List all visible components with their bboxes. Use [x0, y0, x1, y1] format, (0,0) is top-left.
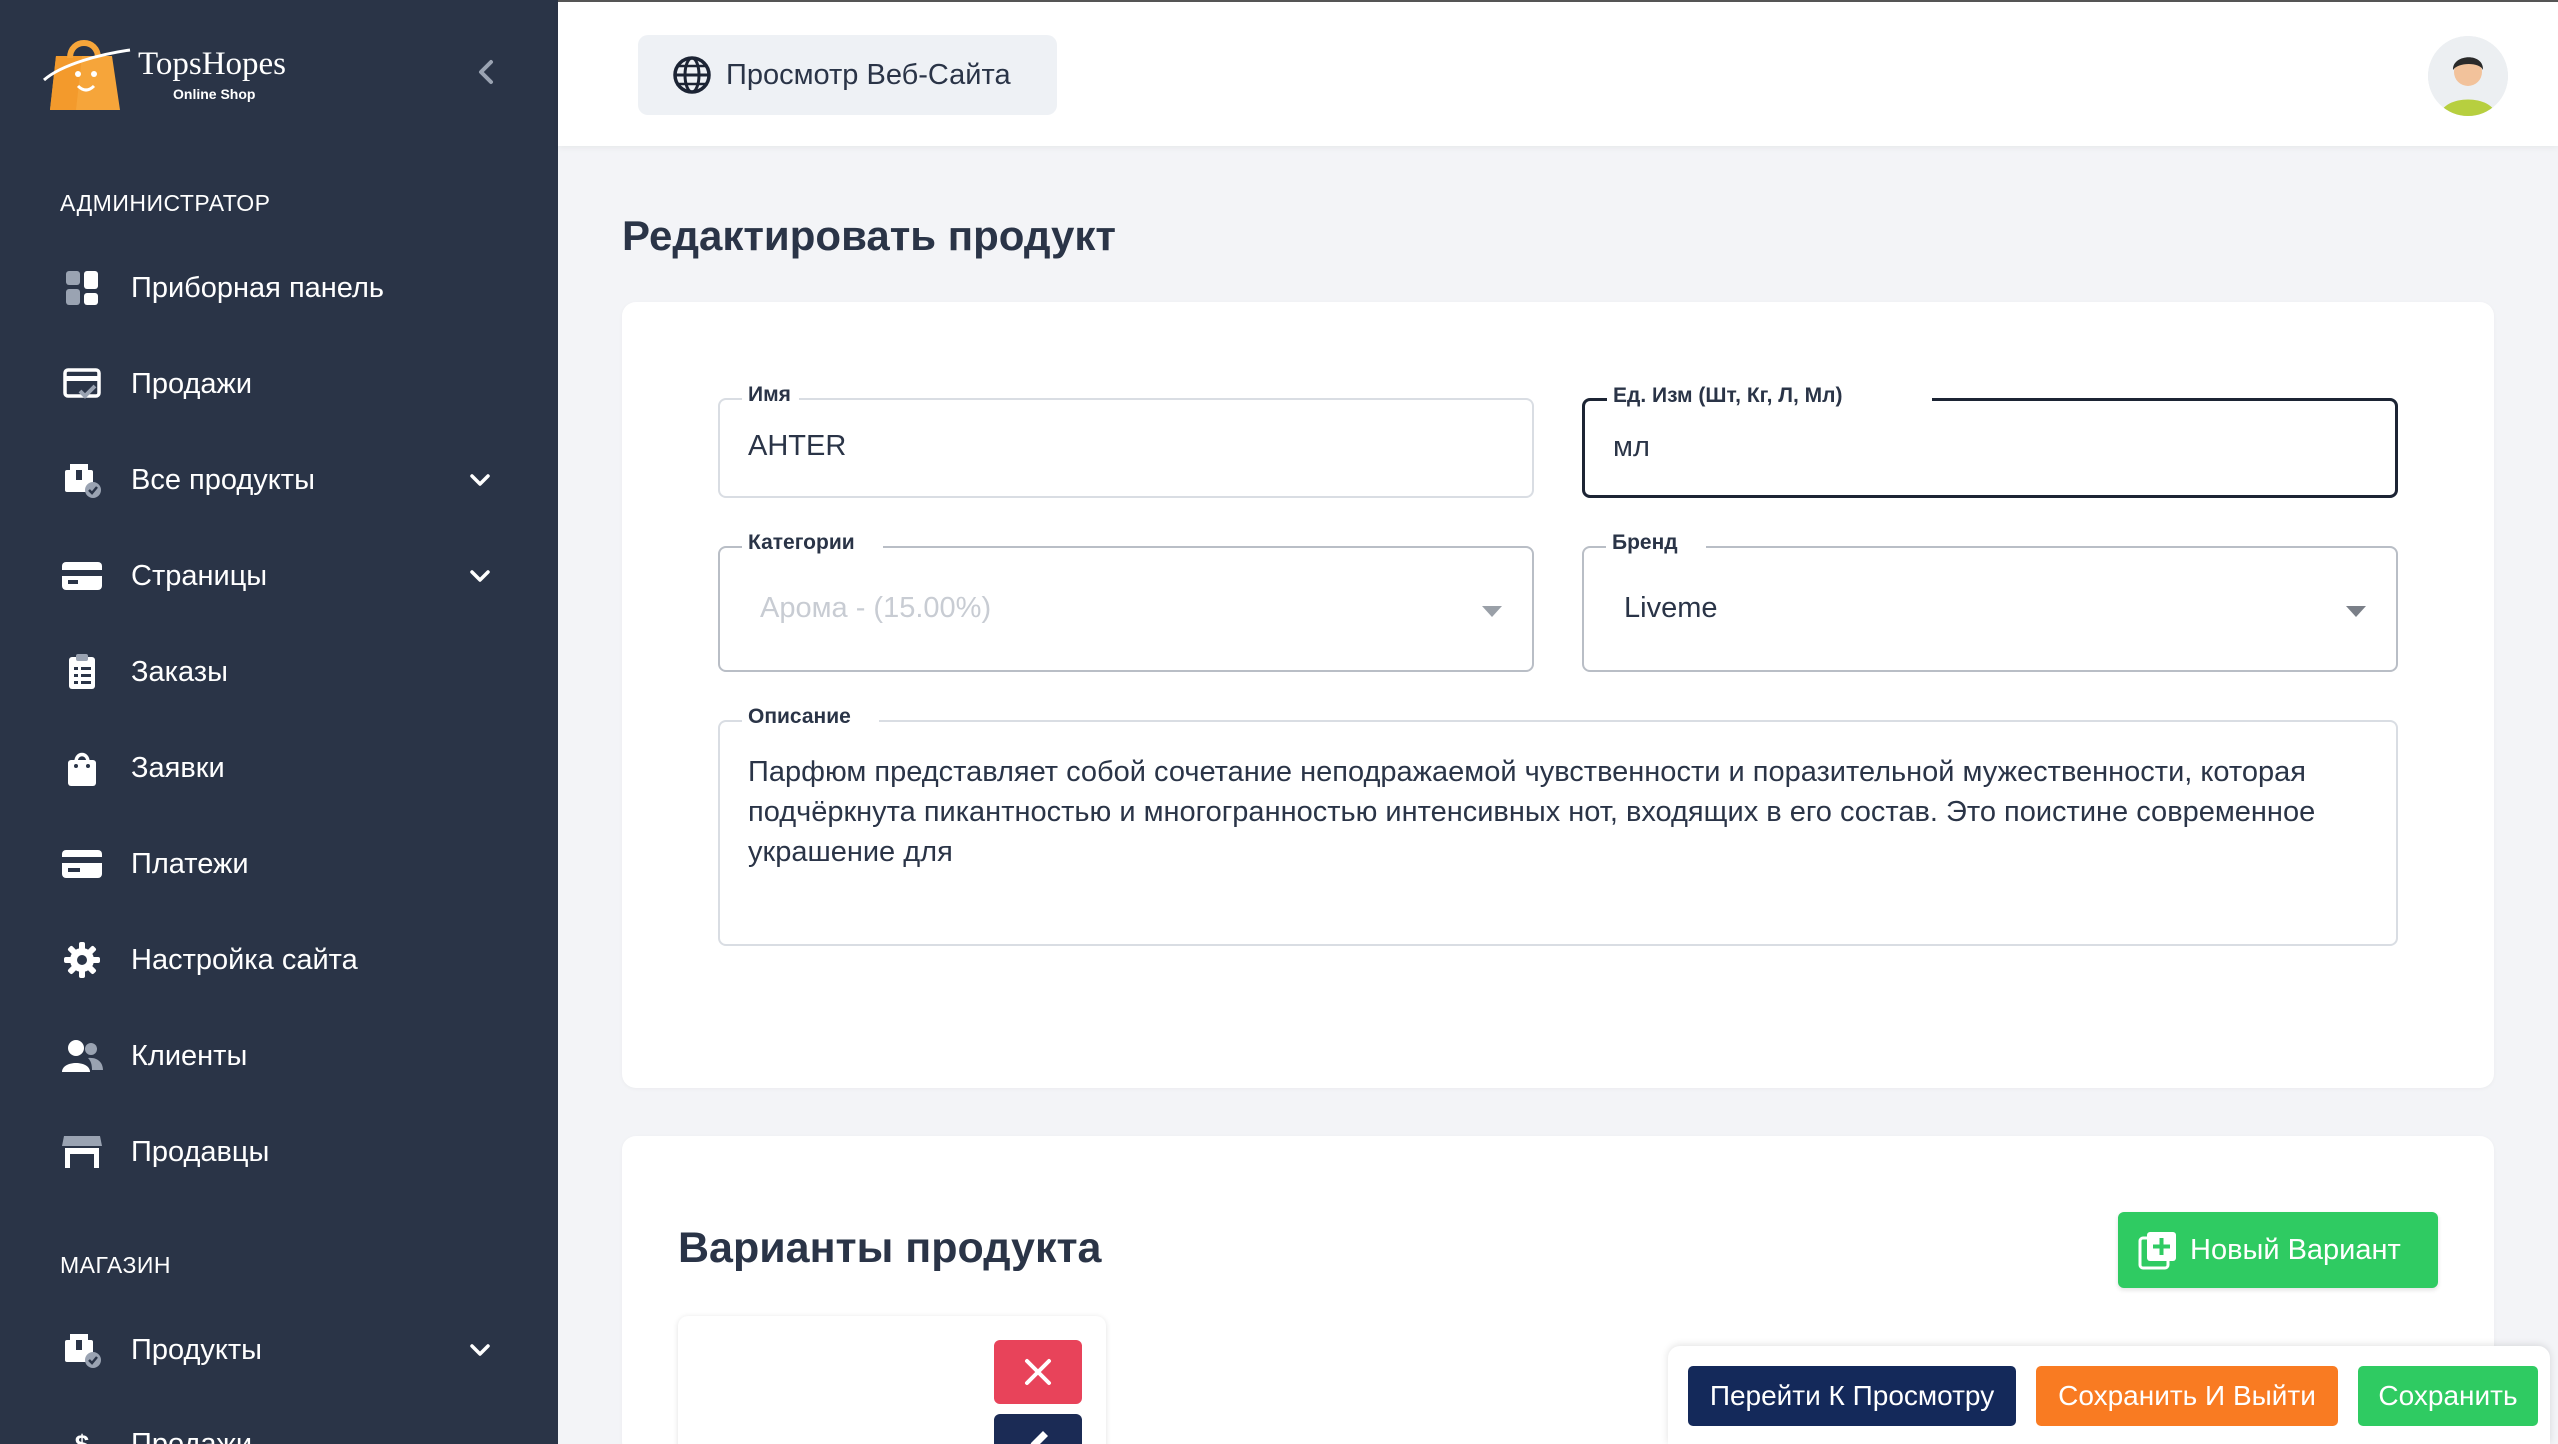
shopping-bag-icon [60, 748, 104, 788]
sidebar-section-admin: АДМИНИСТРАТОР [60, 190, 271, 216]
sidebar-item-label: Продажи [131, 1428, 253, 1444]
globe-icon [673, 56, 711, 94]
top-bar: Просмотр Веб-Сайта [558, 0, 2558, 146]
sidebar-item-orders[interactable]: Заказы [0, 632, 558, 712]
pages-icon [60, 556, 104, 596]
sidebar-item-requests[interactable]: Заявки [0, 728, 558, 808]
name-field-label: Имя [742, 380, 799, 410]
description-textarea[interactable]: Описание Парфюм представляет собой сочет… [718, 702, 2398, 946]
users-icon [60, 1036, 104, 1076]
sidebar-item-label: Клиенты [131, 1040, 248, 1072]
unit-field-label: Ед. Изм (Шт, Кг, Л, Мл) [1607, 381, 1933, 411]
dollar-icon: $ [74, 1428, 90, 1444]
name-field-value: AHTER [748, 430, 847, 462]
sidebar-item-label: Все продукты [131, 464, 315, 496]
name-field[interactable]: Имя AHTER [718, 380, 1534, 498]
sidebar-item-site-settings[interactable]: Настройка сайта [0, 920, 558, 1000]
chevron-down-icon [462, 558, 498, 594]
variant-card [678, 1316, 1106, 1444]
brand-select[interactable]: Бренд Liveme [1582, 528, 2398, 672]
category-select-value: Арома - (15.00%) [760, 592, 992, 624]
brand-tagline: Online Shop [173, 86, 256, 102]
sidebar-item-label: Приборная панель [131, 272, 384, 304]
caret-down-icon [1482, 606, 1502, 617]
unit-field[interactable]: Ед. Изм (Шт, Кг, Л, Мл) мл [1582, 381, 2398, 498]
form-action-bar: Перейти К Просмотру Сохранить И Выйти Со… [1668, 1346, 2550, 1444]
orders-icon [60, 652, 104, 692]
sidebar-item-sales[interactable]: Продажи [0, 344, 558, 424]
save-button[interactable]: Сохранить [2358, 1366, 2538, 1426]
sidebar-item-label: Платежи [131, 848, 249, 880]
page-title: Редактировать продукт [622, 212, 1116, 259]
sidebar-item-dashboard[interactable]: Приборная панель [0, 248, 558, 328]
new-variant-button[interactable]: Новый Вариант [2118, 1212, 2438, 1288]
caret-down-icon [2346, 606, 2366, 617]
sidebar-item-label: Настройка сайта [131, 944, 358, 976]
store-icon [60, 1132, 104, 1172]
add-box-icon [2138, 1232, 2176, 1270]
pencil-icon [1030, 1431, 1048, 1444]
credit-card-icon [60, 844, 104, 884]
category-select[interactable]: Категории Арома - (15.00%) [718, 528, 1534, 672]
products-icon [60, 1330, 104, 1370]
edit-variant-button[interactable] [994, 1414, 1082, 1444]
chevron-left-icon [479, 60, 493, 84]
sales-icon [60, 364, 104, 404]
sidebar-item-shop-sales[interactable]: $ Продажи [0, 1404, 558, 1444]
sidebar-section-shop: МАГАЗИН [60, 1252, 172, 1278]
sidebar-item-label: Продажи [131, 368, 253, 400]
sidebar-item-payments[interactable]: Платежи [0, 824, 558, 904]
shopping-bag-logo-icon [43, 40, 131, 110]
sidebar-item-clients[interactable]: Клиенты [0, 1016, 558, 1096]
sidebar-item-sellers[interactable]: Продавцы [0, 1112, 558, 1192]
sidebar-item-pages[interactable]: Страницы [0, 536, 558, 616]
sidebar-collapse-button[interactable] [462, 48, 510, 96]
sidebar-item-shop-products[interactable]: Продукты [0, 1310, 558, 1390]
dashboard-icon [60, 268, 104, 308]
user-avatar-icon [2428, 36, 2508, 116]
sidebar-item-label: Страницы [131, 560, 268, 592]
sidebar: TopsHopes Online Shop АДМИНИСТРАТОР Приб… [0, 0, 558, 1444]
app-root: TopsHopes Online Shop АДМИНИСТРАТОР Приб… [0, 0, 2558, 1444]
close-icon [1025, 1359, 1051, 1385]
preview-button[interactable]: Перейти К Просмотру [1688, 1366, 2016, 1426]
sidebar-item-label: Продавцы [131, 1136, 270, 1168]
brand-name: TopsHopes [138, 46, 287, 82]
sidebar-item-all-products[interactable]: Все продукты [0, 440, 558, 520]
unit-field-value: мл [1613, 431, 1650, 463]
brand-logo[interactable]: TopsHopes Online Shop [42, 28, 462, 118]
sidebar-item-label: Продукты [131, 1334, 263, 1366]
description-text: Парфюм представляет собой сочетание непо… [748, 756, 2316, 868]
brand-select-label: Бренд [1606, 528, 1706, 558]
chevron-down-icon [462, 462, 498, 498]
product-edit-card: Имя AHTER Ед. Изм (Шт, Кг, Л, Мл) мл Кат… [622, 302, 2494, 1088]
category-select-label: Категории [742, 528, 883, 558]
user-avatar[interactable] [2428, 36, 2508, 116]
new-variant-label: Новый Вариант [2190, 1234, 2401, 1266]
products-icon [60, 460, 104, 500]
save-and-exit-button[interactable]: Сохранить И Выйти [2036, 1366, 2338, 1426]
delete-variant-button[interactable] [994, 1340, 1082, 1404]
description-label: Описание [742, 702, 879, 732]
brand-select-value: Liveme [1624, 592, 1718, 624]
view-website-button[interactable]: Просмотр Веб-Сайта [638, 35, 1057, 115]
sidebar-item-label: Заказы [131, 656, 228, 688]
sidebar-item-label: Заявки [131, 752, 225, 784]
variants-title: Варианты продукта [678, 1224, 1102, 1272]
chevron-down-icon [462, 1332, 498, 1368]
view-website-label: Просмотр Веб-Сайта [726, 59, 1011, 91]
gear-icon [60, 940, 104, 980]
